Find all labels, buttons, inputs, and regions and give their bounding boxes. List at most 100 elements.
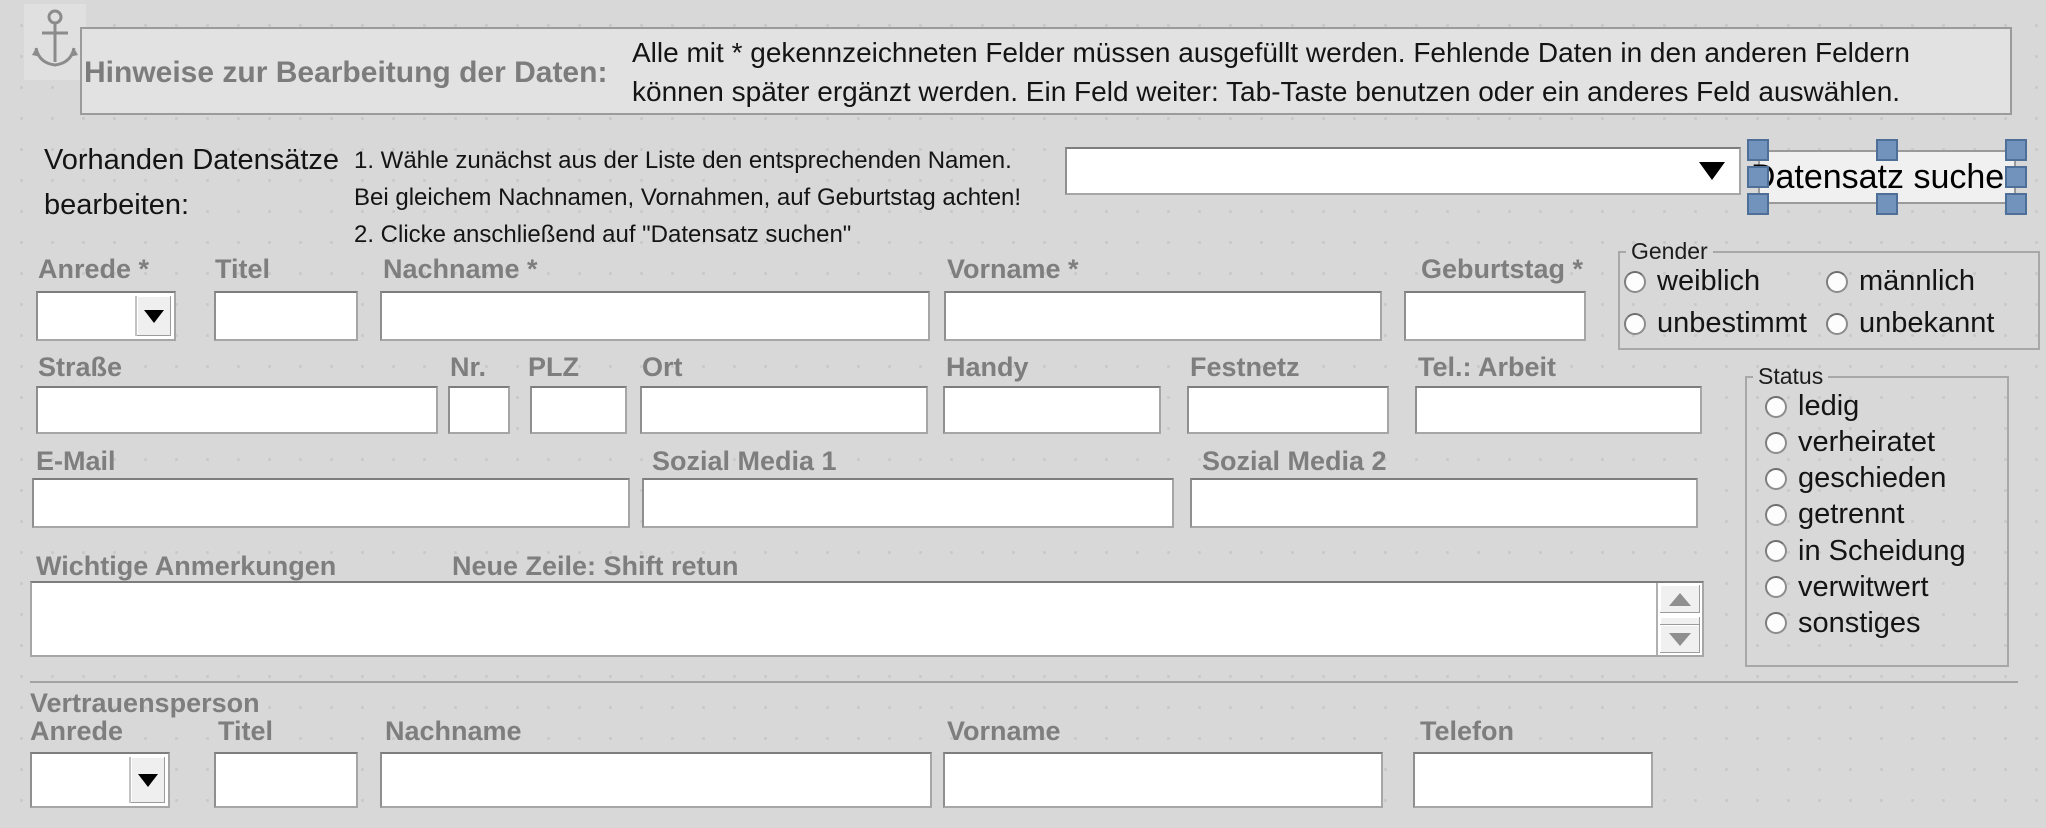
vp-nachname-input[interactable] — [380, 752, 932, 808]
sozial-media-2-label: Sozial Media 2 — [1202, 446, 1387, 477]
vp-telefon-label: Telefon — [1420, 716, 1514, 747]
plz-label: PLZ — [528, 352, 579, 383]
form-canvas: { "hints": { "title": "Hinweise zur Bear… — [0, 0, 2046, 828]
radio-icon[interactable] — [1826, 271, 1848, 293]
search-button-selection: Datensatz suchen — [1747, 139, 2027, 215]
status-option-sonstiges[interactable]: sonstiges — [1765, 607, 2007, 640]
radio-icon[interactable] — [1765, 540, 1787, 562]
gender-option-unbekannt[interactable]: unbekannt — [1826, 307, 1994, 340]
handy-label: Handy — [946, 352, 1029, 383]
anmerkungen-textarea-frame — [30, 581, 1704, 657]
combobox-dropdown-arrow-icon[interactable] — [1699, 162, 1725, 180]
existing-records-label: Vorhanden Datensätze bearbeiten: — [44, 138, 339, 228]
anrede-label: Anrede * — [38, 254, 149, 285]
selection-handle-bottom-middle[interactable] — [1876, 193, 1898, 215]
anmerkungen-label: Wichtige Anmerkungen — [36, 551, 336, 582]
radio-icon[interactable] — [1765, 612, 1787, 634]
titel-input[interactable] — [214, 291, 358, 341]
ort-input[interactable] — [640, 386, 928, 434]
sozial-media-1-input[interactable] — [642, 478, 1174, 528]
name-combobox[interactable] — [1065, 147, 1741, 195]
vp-anrede-label: Anrede — [30, 716, 123, 747]
ort-label: Ort — [642, 352, 683, 383]
selection-handle-bottom-left[interactable] — [1747, 193, 1769, 215]
tel-arbeit-input[interactable] — [1415, 386, 1702, 434]
gender-option-maennlich[interactable]: männlich — [1826, 265, 1975, 298]
sozial-media-2-input[interactable] — [1190, 478, 1698, 528]
vp-anrede-dropdown-button[interactable] — [129, 757, 165, 803]
nr-input[interactable] — [448, 386, 510, 434]
status-legend: Status — [1753, 363, 1828, 390]
nachname-label: Nachname * — [383, 254, 538, 285]
anmerkungen-scrollbar[interactable] — [1656, 583, 1702, 655]
vp-vorname-input[interactable] — [943, 752, 1383, 808]
vp-titel-label: Titel — [218, 716, 273, 747]
search-instructions: 1. Wähle zunächst aus der Liste den ents… — [354, 142, 1021, 253]
scrollbar-thumb[interactable] — [1660, 617, 1700, 625]
anrede-select[interactable] — [36, 291, 176, 341]
radio-icon[interactable] — [1765, 432, 1787, 454]
radio-icon[interactable] — [1765, 396, 1787, 418]
dropdown-arrow-icon — [144, 310, 164, 323]
vorname-input[interactable] — [944, 291, 1382, 341]
vp-vorname-label: Vorname — [947, 716, 1061, 747]
selection-handle-top-middle[interactable] — [1876, 139, 1898, 161]
anmerkungen-textarea[interactable] — [32, 583, 1658, 655]
status-option-ledig[interactable]: ledig — [1765, 390, 2007, 423]
selection-handle-middle-left[interactable] — [1747, 166, 1769, 188]
status-option-verwitwert[interactable]: verwitwert — [1765, 571, 2007, 604]
email-input[interactable] — [32, 478, 630, 528]
status-option-geschieden[interactable]: geschieden — [1765, 462, 2007, 495]
gender-option-weiblich[interactable]: weiblich — [1624, 265, 1826, 298]
dropdown-arrow-icon — [138, 774, 158, 787]
radio-icon[interactable] — [1826, 313, 1848, 335]
geburtstag-input[interactable] — [1404, 291, 1586, 341]
festnetz-label: Festnetz — [1190, 352, 1300, 383]
vertrauensperson-section-label: Vertrauensperson — [30, 688, 260, 719]
selection-handle-top-left[interactable] — [1747, 139, 1769, 161]
vp-anrede-select[interactable] — [30, 752, 170, 808]
gender-option-unbestimmt[interactable]: unbestimmt — [1624, 307, 1826, 340]
sozial-media-1-label: Sozial Media 1 — [652, 446, 837, 477]
strasse-input[interactable] — [36, 386, 438, 434]
nachname-input[interactable] — [380, 291, 930, 341]
radio-icon[interactable] — [1765, 468, 1787, 490]
scroll-down-button[interactable] — [1660, 625, 1700, 653]
scroll-up-button[interactable] — [1660, 585, 1700, 613]
status-fieldset: Status ledig verheiratet geschieden getr… — [1745, 363, 2009, 667]
object-anchor[interactable] — [24, 4, 86, 80]
strasse-label: Straße — [38, 352, 122, 383]
search-instruction-step1: 1. Wähle zunächst aus der Liste den ents… — [354, 142, 1021, 179]
gender-legend: Gender — [1626, 238, 1713, 265]
plz-input[interactable] — [530, 386, 627, 434]
radio-icon[interactable] — [1624, 271, 1646, 293]
handy-input[interactable] — [943, 386, 1161, 434]
radio-icon[interactable] — [1624, 313, 1646, 335]
section-divider — [30, 681, 2018, 683]
hints-title: Hinweise zur Bearbeitung der Daten: — [84, 56, 607, 90]
selection-handle-bottom-right[interactable] — [2005, 193, 2027, 215]
hints-text-line1: Alle mit * gekennzeichneten Felder müsse… — [632, 33, 1910, 72]
email-label: E-Mail — [36, 446, 116, 477]
selection-handle-top-right[interactable] — [2005, 139, 2027, 161]
tel-arbeit-label: Tel.: Arbeit — [1418, 352, 1556, 383]
festnetz-input[interactable] — [1187, 386, 1389, 434]
radio-icon[interactable] — [1765, 504, 1787, 526]
anmerkungen-newline-hint: Neue Zeile: Shift retun — [452, 551, 739, 582]
vp-nachname-label: Nachname — [385, 716, 522, 747]
vp-telefon-input[interactable] — [1413, 752, 1653, 808]
status-option-in-scheidung[interactable]: in Scheidung — [1765, 535, 2007, 568]
status-option-verheiratet[interactable]: verheiratet — [1765, 426, 2007, 459]
anrede-dropdown-button[interactable] — [135, 296, 171, 336]
gender-fieldset: Gender weiblich männlich unbestimmt unbe… — [1618, 238, 2040, 350]
status-option-getrennt[interactable]: getrennt — [1765, 498, 2007, 531]
radio-icon[interactable] — [1765, 576, 1787, 598]
vorname-label: Vorname * — [947, 254, 1079, 285]
search-instruction-note: Bei gleichem Nachnamen, Vornahmen, auf G… — [354, 179, 1021, 216]
nr-label: Nr. — [450, 352, 486, 383]
selection-handle-middle-right[interactable] — [2005, 166, 2027, 188]
geburtstag-label: Geburtstag * — [1421, 254, 1583, 285]
anchor-icon — [32, 8, 78, 77]
hints-text: Alle mit * gekennzeichneten Felder müsse… — [632, 33, 1910, 111]
vp-titel-input[interactable] — [214, 752, 358, 808]
